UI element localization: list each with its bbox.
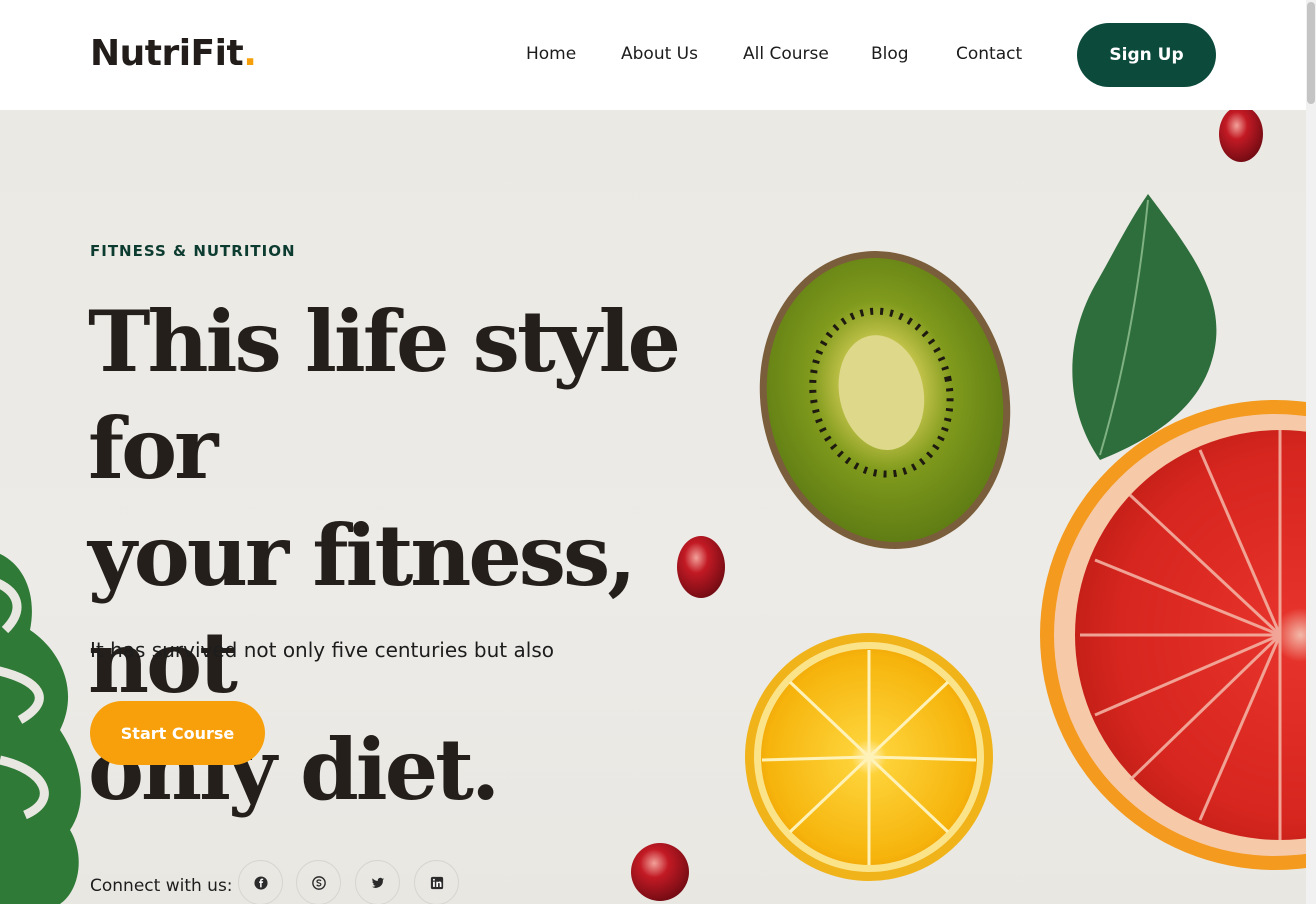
facebook-icon: [253, 875, 268, 890]
skype-button[interactable]: [296, 860, 341, 904]
site-header: NutriFit. Home About Us All Course Blog …: [0, 0, 1306, 110]
monstera-leaf: [0, 553, 81, 904]
facebook-button[interactable]: [238, 860, 283, 904]
kiwi-slice: [759, 251, 1011, 549]
lemon-half: [745, 633, 993, 881]
pomegranate-seed: [1219, 110, 1263, 162]
scrollbar[interactable]: [1306, 0, 1316, 904]
nav-link-blog[interactable]: Blog: [871, 44, 909, 64]
start-course-button[interactable]: Start Course: [90, 701, 265, 765]
headline-line: This life style for: [88, 292, 681, 498]
nav-link-all-course[interactable]: All Course: [743, 44, 829, 64]
grapefruit-half: [1040, 400, 1306, 870]
hero-subtext: It has survived not only five centuries …: [90, 638, 554, 662]
skype-icon: [311, 875, 326, 890]
connect-label: Connect with us:: [90, 876, 233, 896]
nav-link-home[interactable]: Home: [526, 44, 576, 64]
twitter-button[interactable]: [355, 860, 400, 904]
linkedin-button[interactable]: [414, 860, 459, 904]
nav-link-about-us[interactable]: About Us: [621, 44, 698, 64]
headline-line: your fitness, not: [88, 506, 637, 712]
scrollbar-thumb[interactable]: [1307, 2, 1315, 104]
twitter-icon: [371, 877, 384, 888]
nav-link-contact[interactable]: Contact: [956, 44, 1022, 64]
sign-up-button[interactable]: Sign Up: [1077, 23, 1216, 87]
pomegranate-seed: [631, 843, 689, 901]
hero-section: FITNESS & NUTRITION This life style for …: [0, 110, 1306, 904]
hero-eyebrow: FITNESS & NUTRITION: [90, 242, 296, 260]
linkedin-icon: [430, 876, 443, 889]
